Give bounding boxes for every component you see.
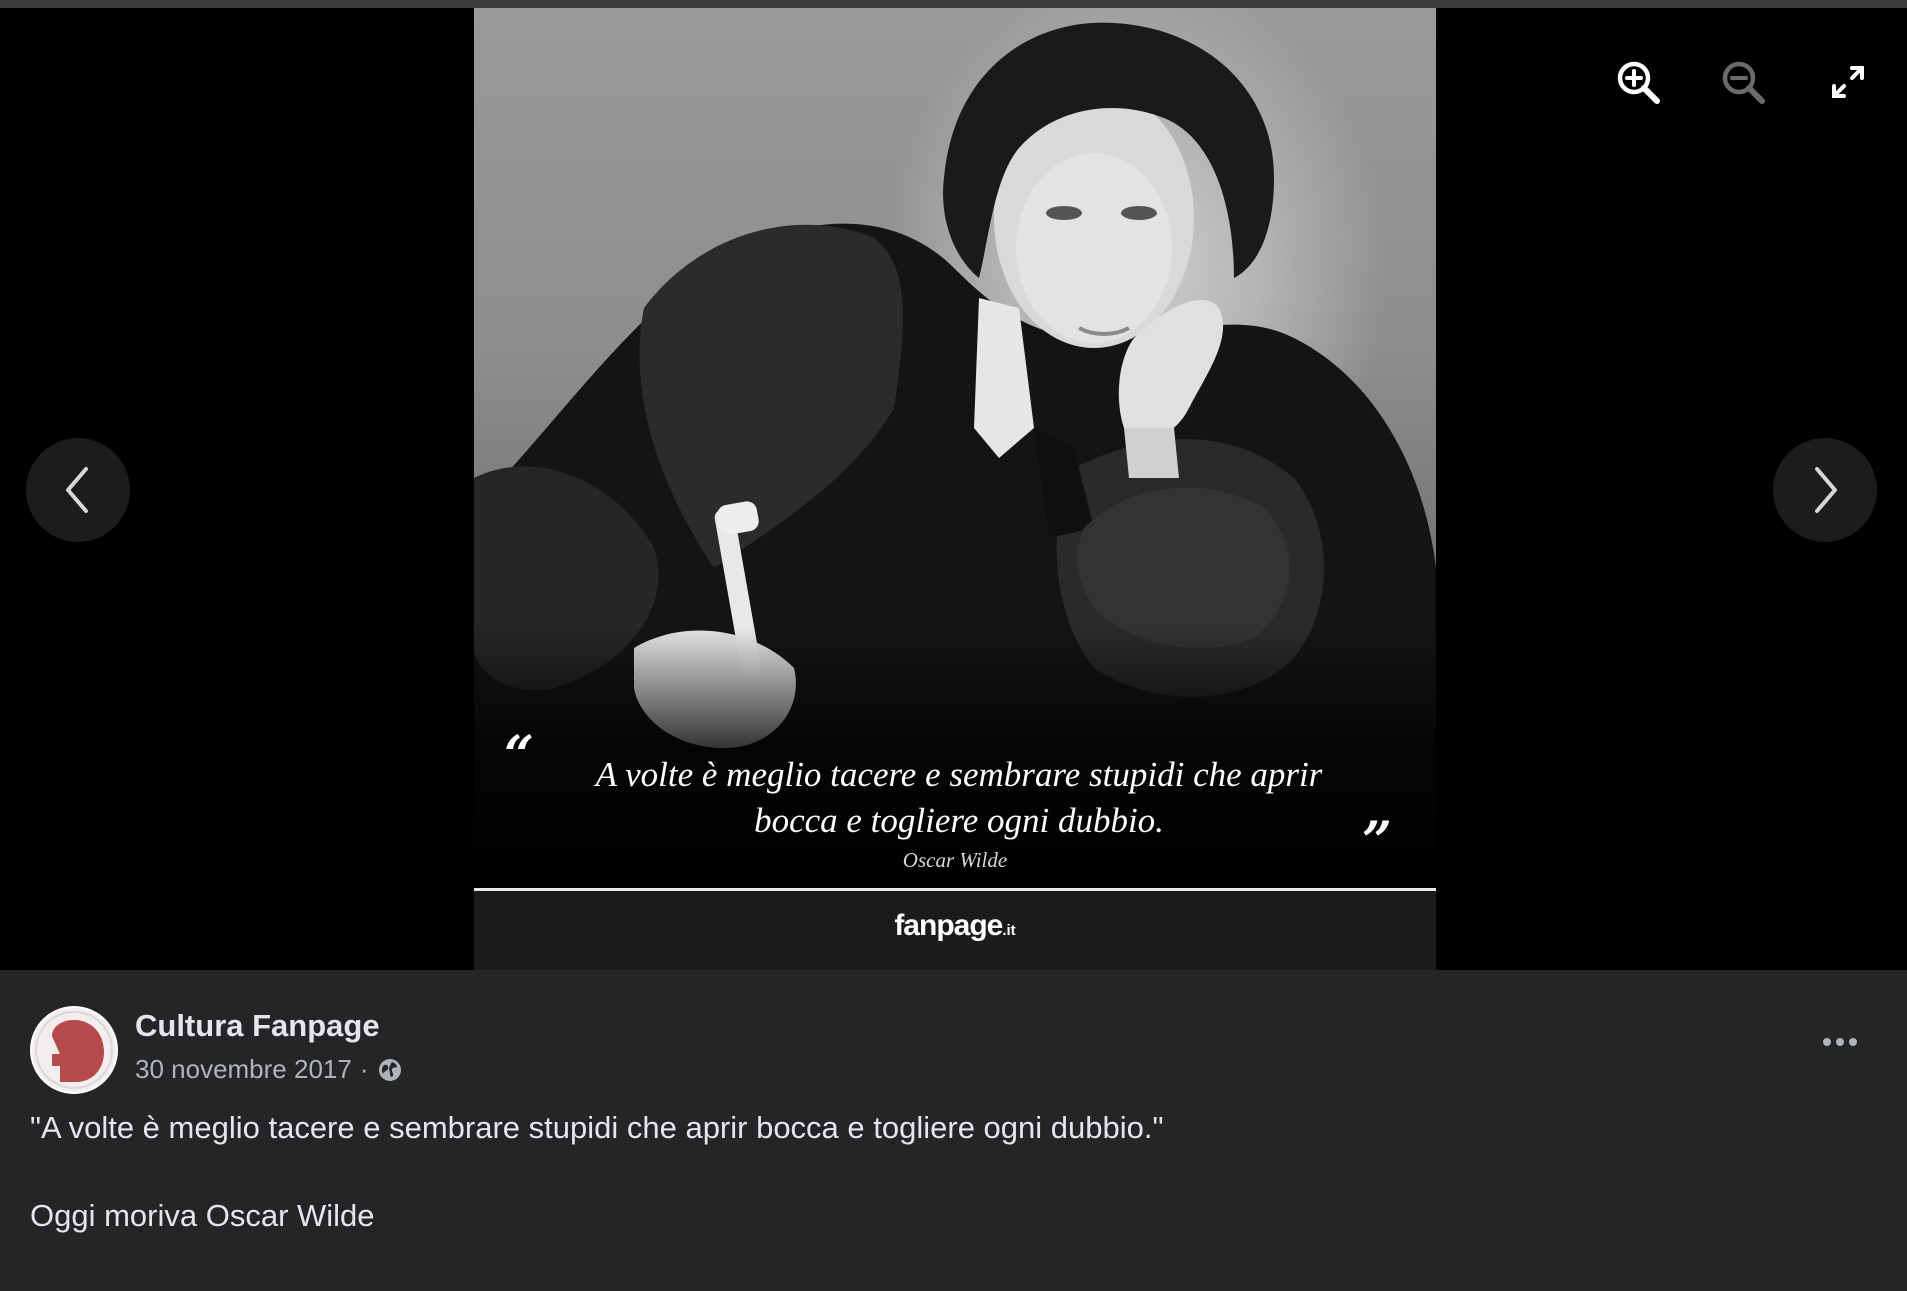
dot xyxy=(1836,1038,1844,1046)
zoom-in-icon xyxy=(1617,61,1660,104)
open-quote-mark: “ xyxy=(504,725,534,786)
page-avatar[interactable] xyxy=(30,1006,118,1094)
post-text-line-1: "A volte è meglio tacere e sembrare stup… xyxy=(30,1110,1164,1145)
brand-footer: fanpage.it xyxy=(474,891,1436,970)
dot xyxy=(1823,1038,1831,1046)
post-meta: 30 novembre 2017 · xyxy=(135,1054,403,1085)
more-options-button[interactable] xyxy=(1815,1022,1865,1062)
fullscreen-button[interactable] xyxy=(1820,54,1876,110)
previous-photo-button[interactable] xyxy=(26,438,130,542)
globe-icon[interactable] xyxy=(377,1057,403,1083)
quote-line-1: A volte è meglio tacere e sembrare stupi… xyxy=(595,755,1323,794)
dot xyxy=(1849,1038,1857,1046)
post-photo[interactable]: “ A volte è meglio tacere e sembrare stu… xyxy=(474,8,1436,970)
quote-text: A volte è meglio tacere e sembrare stupi… xyxy=(544,752,1374,844)
photo-viewer: “ A volte è meglio tacere e sembrare stu… xyxy=(0,8,1907,970)
zoom-out-icon xyxy=(1722,61,1765,104)
zoom-out-button[interactable] xyxy=(1715,54,1771,110)
quote-line-2: bocca e togliere ogni dubbio. xyxy=(754,801,1164,840)
brand-logo-text: fanpage xyxy=(894,909,1003,942)
page-name[interactable]: Cultura Fanpage xyxy=(135,1008,380,1044)
chevron-left-icon xyxy=(66,467,88,513)
chevron-right-icon xyxy=(1815,467,1837,513)
quote-author: Oscar Wilde xyxy=(902,848,1008,872)
fullscreen-icon xyxy=(1832,66,1864,98)
page-logo-icon xyxy=(32,1008,116,1092)
meta-separator: · xyxy=(359,1054,369,1084)
zoom-in-button[interactable] xyxy=(1610,54,1666,110)
next-photo-button[interactable] xyxy=(1773,438,1877,542)
brand-logo-tld: .it xyxy=(1002,922,1016,939)
top-border xyxy=(0,0,1907,8)
post-info-panel: Cultura Fanpage 30 novembre 2017 · "A vo… xyxy=(0,970,1907,1291)
post-text-line-2: Oggi moriva Oscar Wilde xyxy=(30,1198,375,1233)
post-date[interactable]: 30 novembre 2017 xyxy=(135,1054,352,1085)
